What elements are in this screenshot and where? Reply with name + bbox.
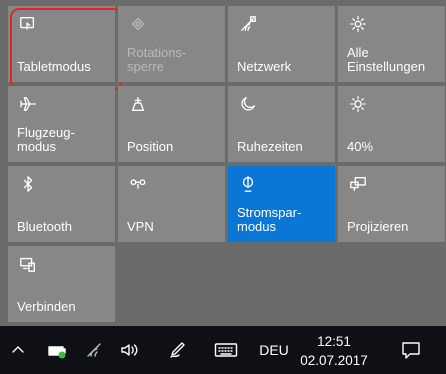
touch-keyboard-button[interactable] xyxy=(212,326,240,374)
airplane-icon xyxy=(18,94,38,114)
tile-label: Bluetooth xyxy=(17,219,72,234)
gear-icon xyxy=(348,14,368,34)
tile-label: Netzwerk xyxy=(237,59,292,74)
brightness-icon xyxy=(348,94,368,114)
tile-label: Flugzeug- modus xyxy=(17,125,75,154)
connect-icon xyxy=(18,254,38,274)
tile-label: VPN xyxy=(127,219,154,234)
clock-date: 02.07.2017 xyxy=(300,353,368,368)
clock-date-button[interactable]: 12:51 02.07.2017 xyxy=(300,328,368,374)
tile-label: Alle Einstellungen xyxy=(347,45,426,74)
battery-saver-icon xyxy=(238,174,258,194)
taskbar: DEU 12:51 02.07.2017 xyxy=(0,326,446,374)
tile-netzwerk[interactable]: Netzwerk xyxy=(228,6,335,82)
tile-label: 40% xyxy=(347,139,374,154)
tile-label: Ruhezeiten xyxy=(237,139,303,154)
notification-icon xyxy=(402,342,420,359)
battery-charging-icon xyxy=(48,346,66,359)
pen-icon xyxy=(170,342,185,358)
volume-icon xyxy=(121,344,138,356)
bluetooth-icon xyxy=(18,174,38,194)
tile-label: Rotations- sperre xyxy=(127,45,187,74)
tile-label: Verbinden xyxy=(17,299,76,314)
tile-label: Position xyxy=(127,139,174,154)
tile-position[interactable]: Position xyxy=(118,86,225,162)
input-language-button[interactable]: DEU xyxy=(254,326,294,374)
vpn-icon xyxy=(128,174,148,194)
project-icon xyxy=(348,174,368,194)
tile-flugzeugmodus[interactable]: Flugzeug- modus xyxy=(8,86,115,162)
input-language-label: DEU xyxy=(259,342,289,358)
tile-rotationssperre[interactable]: Rotations- sperre xyxy=(118,6,225,82)
chevron-up-icon xyxy=(12,346,24,353)
tablet-mode-icon xyxy=(18,14,38,34)
wifi-icon xyxy=(87,343,101,357)
wifi-status[interactable] xyxy=(82,326,108,374)
tile-stromsparmodus[interactable]: Stromspar- modus xyxy=(228,166,335,242)
action-center-button[interactable] xyxy=(394,326,428,374)
tile-label: Tabletmodus xyxy=(17,59,91,74)
battery-status[interactable] xyxy=(44,326,72,374)
action-center-panel: Tabletmodus Rotations- sperre Netzwerk A… xyxy=(0,0,446,326)
tile-projizieren[interactable]: Projizieren xyxy=(338,166,445,242)
network-icon xyxy=(238,14,258,34)
volume-control[interactable] xyxy=(118,326,142,374)
tile-vpn[interactable]: VPN xyxy=(118,166,225,242)
tile-label: Stromspar- modus xyxy=(237,205,302,234)
windows-ink-button[interactable] xyxy=(164,326,190,374)
rotation-lock-icon xyxy=(128,14,148,34)
show-hidden-icons-button[interactable] xyxy=(6,326,30,374)
tile-helligkeit[interactable]: 40% xyxy=(338,86,445,162)
tile-verbinden[interactable]: Verbinden xyxy=(8,246,115,322)
keyboard-icon xyxy=(214,343,238,357)
tile-tabletmodus[interactable]: Tabletmodus xyxy=(8,6,123,90)
location-icon xyxy=(128,94,148,114)
tile-label: Projizieren xyxy=(347,219,409,234)
tile-alle-einstellungen[interactable]: Alle Einstellungen xyxy=(338,6,445,82)
tile-ruhezeiten[interactable]: Ruhezeiten xyxy=(228,86,335,162)
moon-icon xyxy=(238,94,258,114)
tile-bluetooth[interactable]: Bluetooth xyxy=(8,166,115,242)
clock-time: 12:51 xyxy=(317,334,351,349)
